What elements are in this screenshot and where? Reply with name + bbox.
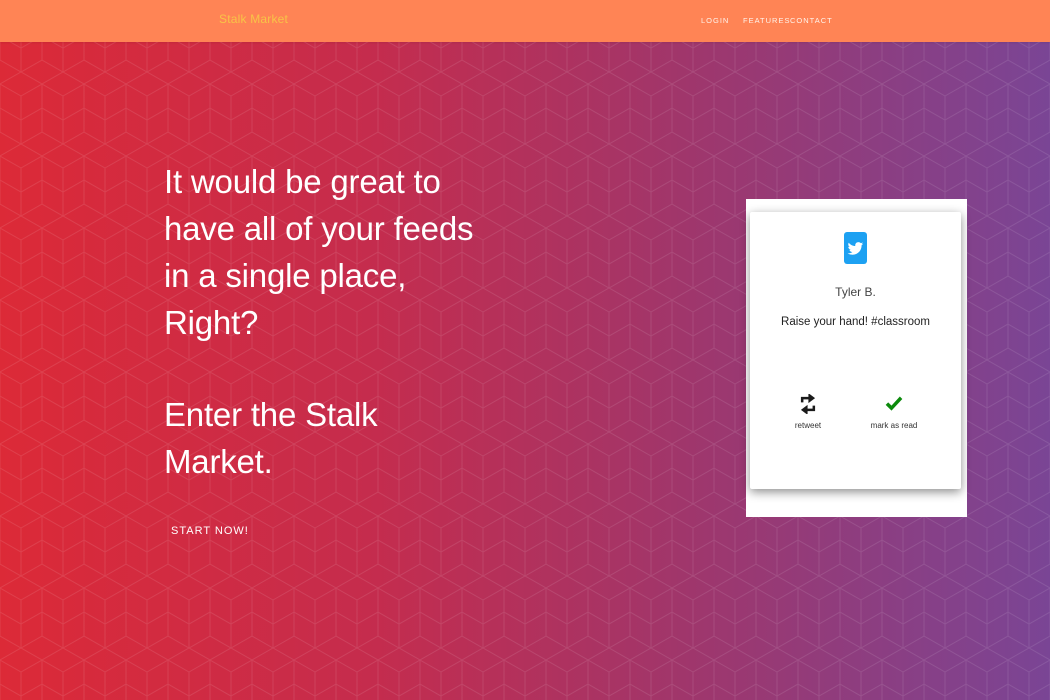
retweet-label: retweet: [794, 421, 822, 430]
nav-features[interactable]: FEATURES: [743, 16, 790, 25]
hero-line: Enter the Stalk: [164, 396, 378, 433]
mark-as-read-button[interactable]: mark as read: [859, 392, 929, 430]
feed-card-frame: Tyler B. Raise your hand! #classroom ret…: [746, 199, 967, 517]
nav-login[interactable]: LOGIN: [701, 16, 729, 25]
twitter-icon: [844, 232, 867, 264]
checkmark-icon: [859, 392, 929, 416]
hero-line: Right?: [164, 304, 259, 341]
landing-page: Stalk Market LOGIN FEATURES CONTACT It w…: [0, 0, 1050, 700]
retweet-button[interactable]: retweet: [773, 392, 843, 430]
tweet-author: Tyler B.: [835, 285, 876, 299]
tweet-card: Tyler B. Raise your hand! #classroom ret…: [750, 212, 961, 489]
retweet-icon: [773, 392, 843, 416]
hero-spacer: [164, 346, 484, 391]
tweet-text: Raise your hand! #classroom: [781, 316, 930, 328]
mark-as-read-label: mark as read: [870, 421, 918, 430]
hero-line: Market.: [164, 443, 273, 480]
hero-line: have all of your feeds: [164, 210, 474, 247]
hero-text: It would be great to have all of your fe…: [164, 158, 484, 485]
hero-line: It would be great to: [164, 163, 441, 200]
hero-line: in a single place,: [164, 257, 407, 294]
brand-logo[interactable]: Stalk Market: [219, 12, 288, 26]
start-now-button[interactable]: START NOW!: [171, 525, 249, 537]
top-navbar: Stalk Market LOGIN FEATURES CONTACT: [0, 0, 1050, 42]
nav-contact[interactable]: CONTACT: [790, 16, 833, 25]
